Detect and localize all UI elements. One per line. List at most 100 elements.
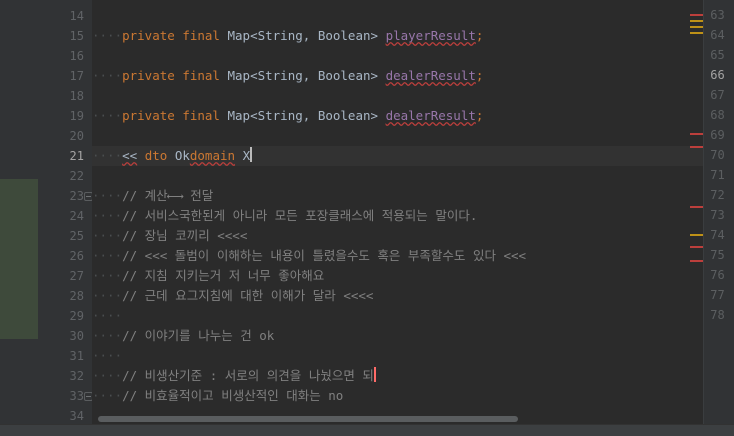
- line-number: 72: [710, 188, 725, 202]
- line-number: 17: [69, 69, 84, 83]
- field-dealer-result: dealerResult: [385, 108, 476, 123]
- line-number: 20: [69, 129, 84, 143]
- keyword-private: private: [122, 28, 175, 43]
- code-line-29: ····: [92, 308, 123, 323]
- line-number: 27: [69, 269, 84, 283]
- secondary-cursor: [373, 367, 376, 382]
- text-cursor: [250, 147, 253, 162]
- line-number: 76: [710, 268, 725, 282]
- line-number: 69: [710, 128, 725, 142]
- code-line-27: ····// 지침 지키는거 저 너무 좋아해요: [92, 268, 325, 283]
- comment: // 계산⟵⟶ 전달: [122, 188, 214, 203]
- line-number: 29: [69, 309, 84, 323]
- error-stripe-marker[interactable]: [690, 14, 703, 16]
- warning-stripe-marker[interactable]: [690, 26, 703, 28]
- line-number-current: 21: [69, 149, 84, 163]
- warning-stripe-marker[interactable]: [690, 20, 703, 22]
- line-number: 33: [69, 389, 84, 403]
- line-number: 16: [69, 49, 84, 63]
- right-line-number-panel: 63 64 65 66 67 68 69 70 71 72 73 74 75 7…: [703, 0, 734, 436]
- field-dealer-result: dealerResult: [385, 68, 476, 83]
- line-number-current: 66: [710, 68, 725, 82]
- line-number: 22: [69, 169, 84, 183]
- line-number: 64: [710, 28, 725, 42]
- token-dto: dto: [144, 148, 168, 163]
- line-number: 32: [69, 369, 84, 383]
- line-number: 75: [710, 248, 725, 262]
- line-number: 18: [69, 89, 84, 103]
- code-line-33: ····// 비효율적이고 비생산적인 대화는 no: [92, 388, 344, 403]
- error-stripe-marker[interactable]: [690, 133, 703, 135]
- line-number: 70: [710, 148, 725, 162]
- code-line-31: ····: [92, 348, 123, 363]
- line-number-gutter[interactable]: 14 15 16 17 18 19 20 21 22 23 24 25 26 2…: [38, 0, 92, 424]
- keyword-private: private: [122, 108, 175, 123]
- comment: // 지침 지키는거 저 너무 좋아해요: [122, 268, 325, 283]
- bottom-status-bar: [0, 424, 734, 436]
- code-line-32: ····// 비생산기준 : 서로의 의견을 나눴으면 되: [92, 367, 376, 383]
- comment: // <<< 돌범이 이해하는 내용이 틀렸을수도 혹은 부족할수도 있다 <<…: [122, 248, 527, 263]
- code-line-23: ····// 계산⟵⟶ 전달: [92, 188, 214, 203]
- warning-stripe-marker[interactable]: [690, 32, 703, 34]
- field-player-result: playerResult: [385, 28, 476, 43]
- line-number: 67: [710, 88, 725, 102]
- comment: // 이야기를 나누는 건 ok: [122, 328, 275, 343]
- code-line-25: ····// 장님 코끼리 <<<<: [92, 228, 248, 243]
- line-number: 23: [69, 189, 84, 203]
- type-boolean: Boolean>: [317, 108, 379, 123]
- token-x: X: [242, 148, 251, 163]
- token-ok: Ok: [174, 148, 190, 163]
- line-number: 77: [710, 288, 725, 302]
- line-number: 34: [69, 409, 84, 423]
- line-number: 24: [69, 209, 84, 223]
- error-stripe-marker[interactable]: [690, 260, 703, 262]
- comment: // 근데 요그지침에 대한 이해가 달라 <<<<: [122, 288, 374, 303]
- comment: // 비효율적이고 비생산적인 대화는 no: [122, 388, 344, 403]
- line-number: 14: [69, 9, 84, 23]
- comment: // 비생산기준 : 서로의 의견을 나눴으면 되: [122, 368, 374, 383]
- keyword-final: final: [182, 28, 220, 43]
- code-editor[interactable]: ···· private final Map<String, Boolean> p…: [92, 0, 703, 424]
- line-number: 65: [710, 48, 725, 62]
- semicolon: ;: [475, 108, 484, 123]
- line-number: 73: [710, 208, 725, 222]
- error-stripe-marker[interactable]: [690, 206, 703, 208]
- error-stripe-marker[interactable]: [690, 146, 703, 148]
- semicolon: ;: [475, 28, 484, 43]
- comment: // 서비스국한된게 아니라 모든 포장클래스에 적용되는 말이다.: [122, 208, 478, 223]
- keyword-private: private: [122, 68, 175, 83]
- keyword-final: final: [182, 108, 220, 123]
- error-stripe-marker[interactable]: [690, 246, 703, 248]
- line-number: 30: [69, 329, 84, 343]
- token-shift: <<: [122, 148, 138, 163]
- type-map: Map<String,: [227, 68, 311, 83]
- keyword-final: final: [182, 68, 220, 83]
- line-number: 74: [710, 228, 725, 242]
- code-line-21: ····<< dto Okdomain X: [92, 147, 253, 163]
- code-line-24: ····// 서비스국한된게 아니라 모든 포장클래스에 적용되는 말이다.: [92, 208, 478, 223]
- line-number: 25: [69, 229, 84, 243]
- line-number: 68: [710, 108, 725, 122]
- line-number: 26: [69, 249, 84, 263]
- changed-lines-band: [0, 179, 38, 339]
- line-number: 78: [710, 308, 725, 322]
- type-map: Map<String,: [227, 108, 311, 123]
- code-line-19: ····private final Map<String, Boolean> d…: [92, 108, 484, 123]
- type-boolean: Boolean>: [317, 68, 379, 83]
- code-line-15: ····private final Map<String, Boolean> p…: [92, 28, 484, 43]
- code-line-17: ····private final Map<String, Boolean> d…: [92, 68, 484, 83]
- comment: // 장님 코끼리 <<<<: [122, 228, 248, 243]
- line-number: 63: [710, 8, 725, 22]
- left-tool-strip: [0, 0, 38, 436]
- code-line-30: ····// 이야기를 나누는 건 ok: [92, 328, 275, 343]
- line-number: 31: [69, 349, 84, 363]
- code-line-28: ····// 근데 요그지침에 대한 이해가 달라 <<<<: [92, 288, 374, 303]
- semicolon: ;: [475, 68, 484, 83]
- type-boolean: Boolean>: [317, 28, 379, 43]
- line-number: 15: [69, 29, 84, 43]
- warning-stripe-marker[interactable]: [690, 234, 703, 236]
- line-number: 71: [710, 168, 725, 182]
- line-number: 28: [69, 289, 84, 303]
- horizontal-scrollbar-thumb[interactable]: [98, 416, 518, 422]
- token-domain: domain: [189, 148, 236, 163]
